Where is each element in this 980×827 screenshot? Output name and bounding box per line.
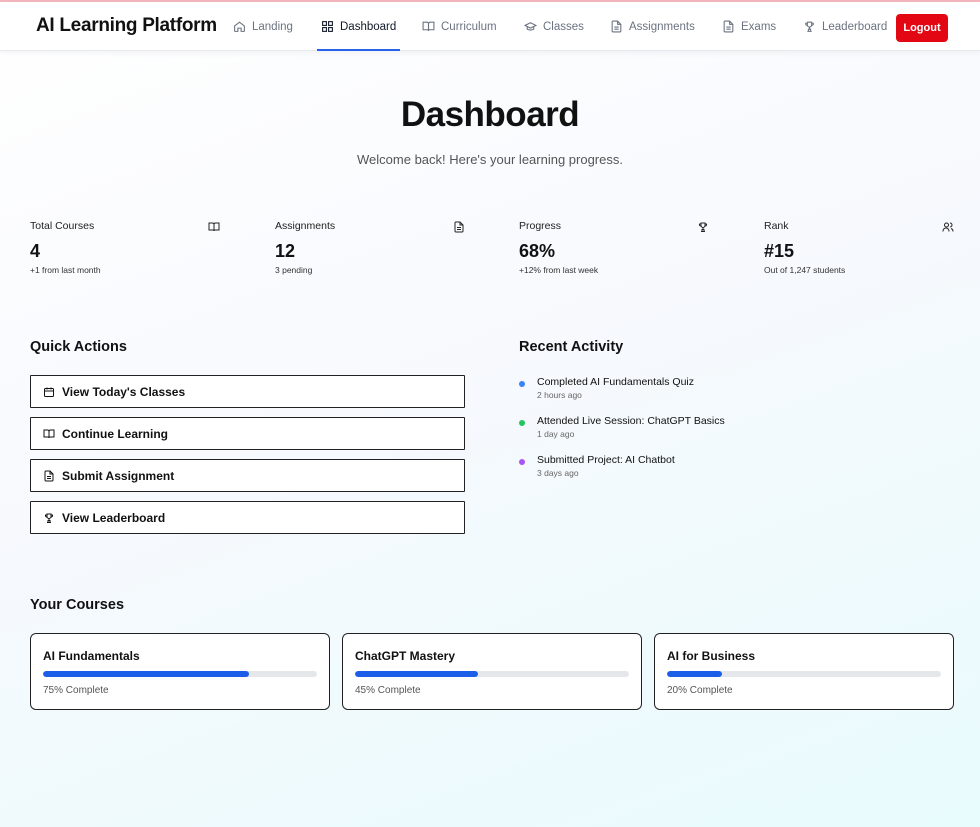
course-progress-fill <box>355 671 479 677</box>
nav-label: Assignments <box>629 20 695 33</box>
home-icon <box>233 20 246 33</box>
course-progress-bar <box>355 671 629 677</box>
top-nav: AI Learning Platform Landing Dashboard C… <box>0 2 980 51</box>
trophy-icon <box>697 221 709 233</box>
course-progress-bar <box>667 671 941 677</box>
calendar-icon <box>43 386 55 398</box>
nav-item-curriculum[interactable]: Curriculum <box>422 2 497 51</box>
nav-item-classes[interactable]: Classes <box>524 2 584 51</box>
course-card-ai-for-business[interactable]: AI for Business 20% Complete <box>654 633 954 710</box>
file-icon <box>43 470 55 482</box>
activity-time: 3 days ago <box>537 468 579 478</box>
book-icon <box>422 20 435 33</box>
stat-card-progress: Progress 68% +12% from last week <box>519 220 709 280</box>
users-icon <box>942 221 954 233</box>
activity-title: Submitted Project: AI Chatbot <box>537 454 675 466</box>
nav-label: Curriculum <box>441 20 497 33</box>
page-subtitle: Welcome back! Here's your learning progr… <box>357 152 623 167</box>
course-progress-label: 75% Complete <box>43 685 109 696</box>
activity-time: 2 hours ago <box>537 390 582 400</box>
nav-item-dashboard[interactable]: Dashboard <box>316 2 401 51</box>
view-todays-classes-button[interactable]: View Today's Classes <box>30 375 465 408</box>
file-icon <box>722 20 735 33</box>
course-progress-bar <box>43 671 317 677</box>
button-label: View Today's Classes <box>62 384 186 399</box>
brand-title: AI Learning Platform <box>36 15 217 36</box>
nav-label: Exams <box>741 20 777 33</box>
recent-activity-title: Recent Activity <box>519 339 624 355</box>
course-progress-label: 45% Complete <box>355 685 421 696</box>
activity-dot <box>519 459 525 465</box>
stat-card-assignments: Assignments 12 3 pending <box>275 220 465 280</box>
nav-label: Dashboard <box>340 20 397 33</box>
stat-note: +12% from last week <box>519 265 599 275</box>
nav-item-assignments[interactable]: Assignments <box>610 2 695 51</box>
course-name: AI for Business <box>667 649 756 663</box>
book-icon <box>43 428 55 440</box>
book-icon <box>208 221 220 233</box>
stat-value: 12 <box>275 241 296 261</box>
stat-card-courses: Total Courses 4 +1 from last month <box>30 220 220 280</box>
course-progress-fill <box>43 671 249 677</box>
activity-dot <box>519 381 525 387</box>
course-progress-fill <box>667 671 722 677</box>
course-progress-label: 20% Complete <box>667 685 733 696</box>
quick-actions-title: Quick Actions <box>30 339 127 355</box>
file-icon <box>610 20 623 33</box>
logout-button[interactable]: Logout <box>896 14 948 42</box>
nav-label: Classes <box>543 20 584 33</box>
course-name: ChatGPT Mastery <box>355 649 456 663</box>
submit-assignment-button[interactable]: Submit Assignment <box>30 459 465 492</box>
stat-value: 68% <box>519 241 556 261</box>
nav-item-leaderboard[interactable]: Leaderboard <box>803 2 887 51</box>
button-label: Continue Learning <box>62 426 168 441</box>
activity-title: Completed AI Fundamentals Quiz <box>537 376 694 388</box>
trophy-icon <box>43 512 55 524</box>
graduation-cap-icon <box>524 20 537 33</box>
stat-label: Assignments <box>275 220 336 232</box>
activity-title: Attended Live Session: ChatGPT Basics <box>537 415 725 427</box>
trophy-icon <box>803 20 816 33</box>
stat-note: 3 pending <box>275 265 313 275</box>
course-card-ai-fundamentals[interactable]: AI Fundamentals 75% Complete <box>30 633 330 710</box>
stat-note: Out of 1,247 students <box>764 265 846 275</box>
nav-item-landing[interactable]: Landing <box>233 2 293 51</box>
view-leaderboard-button[interactable]: View Leaderboard <box>30 501 465 534</box>
course-card-chatgpt-mastery[interactable]: ChatGPT Mastery 45% Complete <box>342 633 642 710</box>
your-courses-title: Your Courses <box>30 597 125 613</box>
stat-label: Rank <box>764 220 789 232</box>
nav-label: Leaderboard <box>822 20 888 33</box>
stat-label: Total Courses <box>30 220 95 232</box>
dashboard-icon <box>321 20 334 33</box>
page-title: Dashboard <box>400 95 580 134</box>
stat-value: #15 <box>764 241 795 261</box>
file-icon <box>453 221 465 233</box>
stat-note: +1 from last month <box>30 265 101 275</box>
stat-card-rank: Rank #15 Out of 1,247 students <box>764 220 954 280</box>
stat-label: Progress <box>519 220 562 232</box>
button-label: View Leaderboard <box>62 510 166 525</box>
course-name: AI Fundamentals <box>43 649 140 663</box>
activity-time: 1 day ago <box>537 429 575 439</box>
button-label: Submit Assignment <box>62 468 175 483</box>
nav-label: Landing <box>252 20 293 33</box>
stat-value: 4 <box>30 241 41 261</box>
nav-item-exams[interactable]: Exams <box>722 2 776 51</box>
activity-dot <box>519 420 525 426</box>
continue-learning-button[interactable]: Continue Learning <box>30 417 465 450</box>
